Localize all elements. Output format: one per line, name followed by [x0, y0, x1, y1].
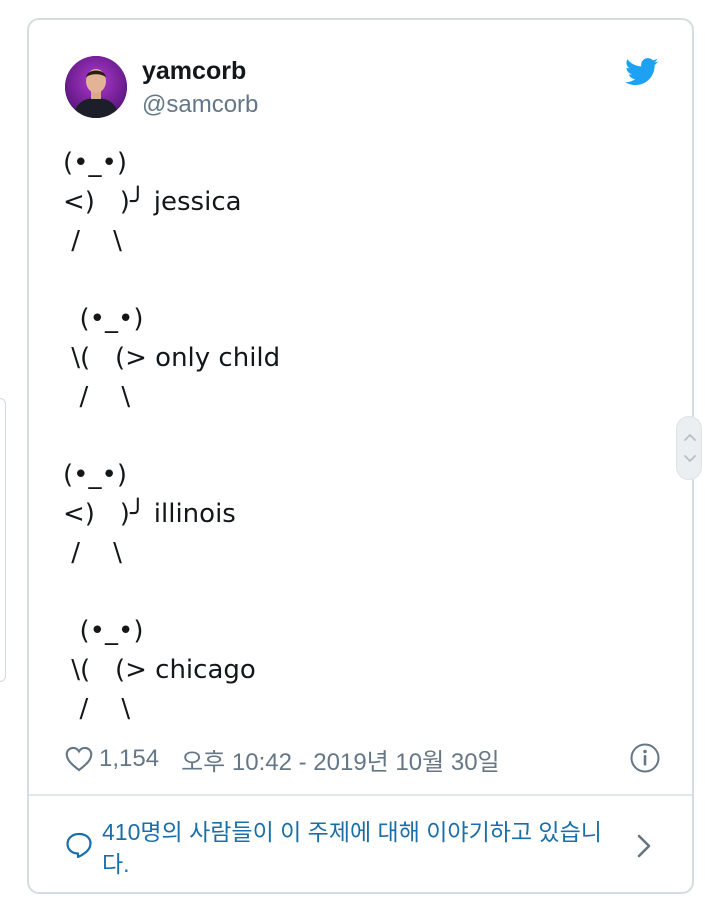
- side-panel-edge: [0, 398, 6, 682]
- scroll-handle[interactable]: [676, 416, 702, 480]
- like-count[interactable]: 1,154: [99, 745, 159, 773]
- chevron-up-icon: [684, 433, 696, 441]
- display-name[interactable]: yamcorb: [142, 57, 246, 86]
- twitter-bird-icon[interactable]: [625, 58, 659, 86]
- user-handle[interactable]: @samcorb: [142, 91, 258, 119]
- conversation-link[interactable]: 410명의 사람들이 이 주제에 대해 이야기하고 있습니다.: [29, 796, 692, 892]
- tweet-meta: 1,154 오후 10:42 - 2019년 10월 30일: [65, 742, 665, 776]
- embedded-tweet-card[interactable]: yamcorb @samcorb (•_•) <) )╯ jessica / \…: [27, 18, 694, 894]
- tweet-text: (•_•) <) )╯ jessica / \ (•_•) \( (> only…: [63, 148, 281, 724]
- conversation-text[interactable]: 410명의 사람들이 이 주제에 대해 이야기하고 있습니다.: [102, 816, 622, 880]
- chevron-down-icon: [684, 455, 696, 463]
- chevron-right-icon[interactable]: [635, 832, 653, 860]
- avatar[interactable]: [65, 56, 127, 118]
- tweet-timestamp[interactable]: 오후 10:42 - 2019년 10월 30일: [181, 742, 500, 777]
- heart-icon[interactable]: [65, 746, 93, 772]
- info-icon[interactable]: [629, 742, 661, 774]
- speech-bubble-icon: [66, 832, 92, 859]
